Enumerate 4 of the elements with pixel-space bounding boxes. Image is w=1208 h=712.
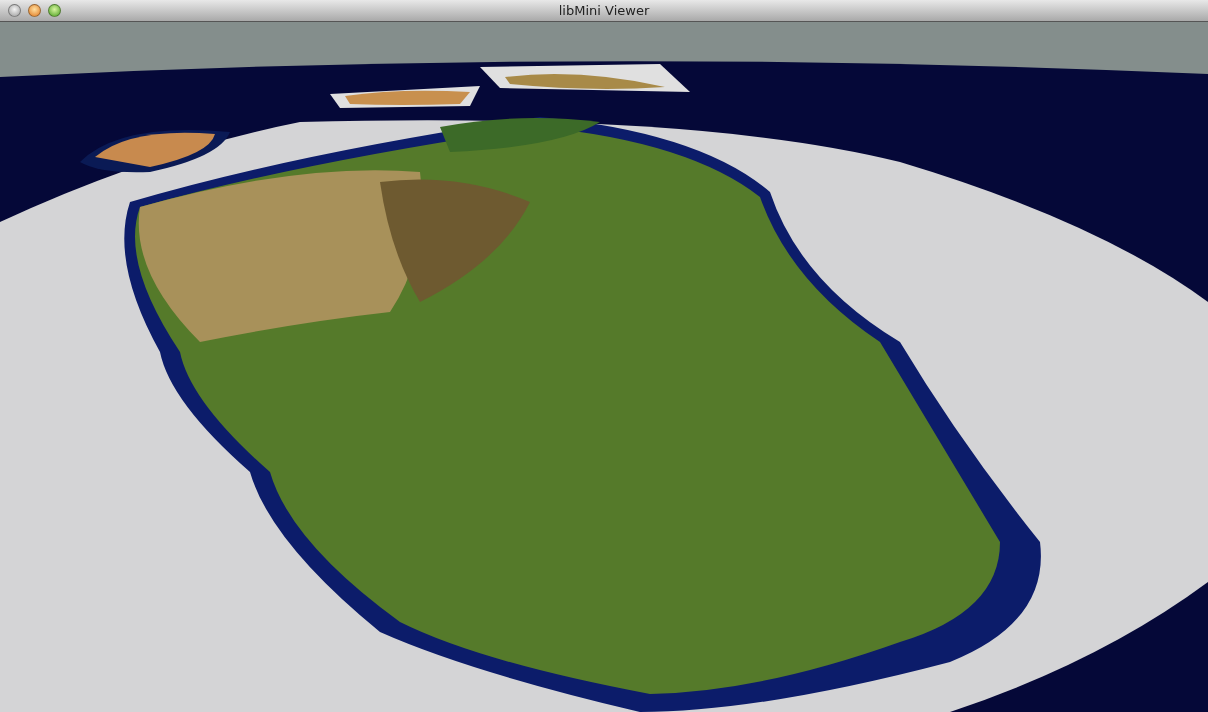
close-button[interactable] (8, 4, 21, 17)
zoom-button[interactable] (48, 4, 61, 17)
minimize-button[interactable] (28, 4, 41, 17)
window-title: libMini Viewer (558, 3, 650, 18)
